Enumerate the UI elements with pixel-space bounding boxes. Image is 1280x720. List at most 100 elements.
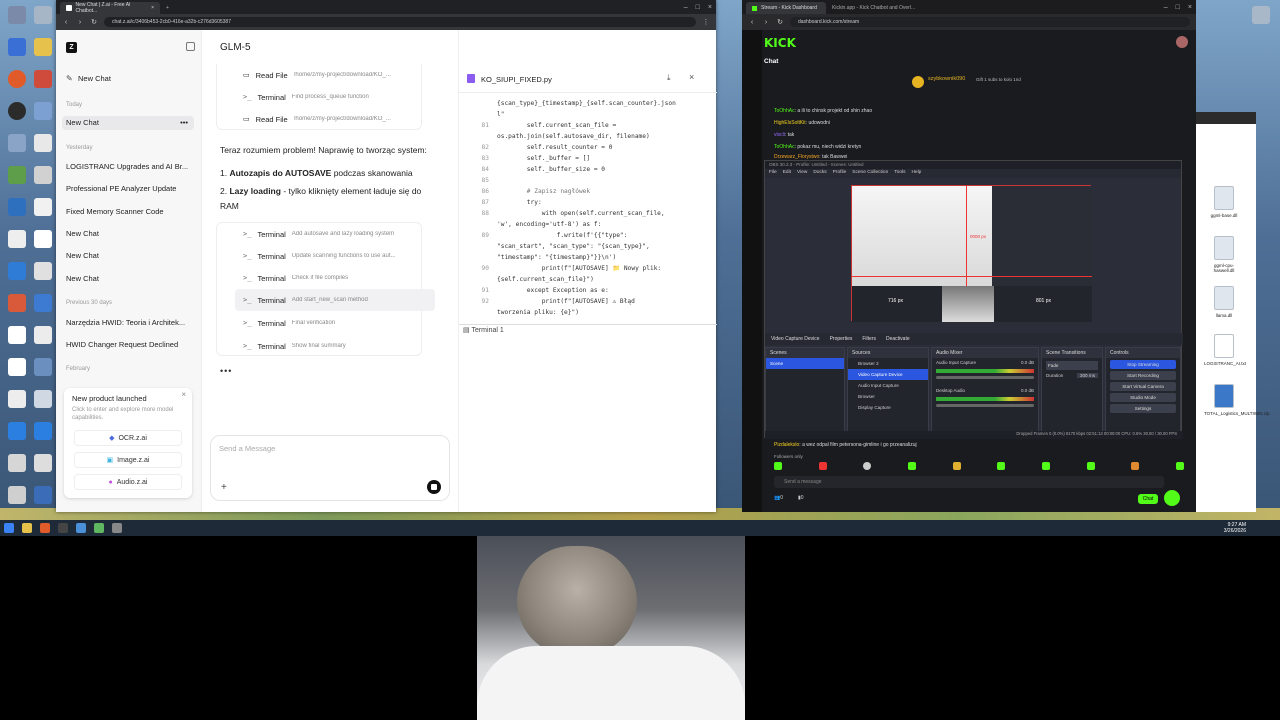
close-icon[interactable]: × — [181, 390, 186, 399]
chat-user[interactable]: HighElsSoltKit — [774, 120, 806, 126]
emote-icon[interactable] — [1086, 462, 1095, 470]
obs-menu-item[interactable]: Scene Collection — [852, 170, 888, 177]
step-item-hover[interactable]: >_ Terminal Add start_new_scan method — [235, 289, 435, 311]
obs-menu-item[interactable]: File — [769, 170, 777, 177]
send-message-input[interactable]: Send a message — [774, 476, 1164, 488]
emote-icon[interactable] — [997, 462, 1006, 470]
forward-icon[interactable]: › — [76, 19, 84, 26]
desktop-icon[interactable] — [8, 358, 26, 376]
chat-item[interactable]: HWID Changer Request Declined — [66, 338, 192, 352]
chat-send-button[interactable]: Chat — [1138, 494, 1158, 504]
desktop-icon[interactable] — [8, 6, 26, 24]
minimize-icon[interactable]: – — [1164, 4, 1168, 11]
emote-icon[interactable] — [774, 462, 782, 470]
source-item[interactable]: Display Capture — [848, 402, 928, 413]
scene-item[interactable]: Scene — [766, 358, 844, 369]
extensions-icon[interactable]: ⋮ — [702, 18, 710, 26]
zai-logo-icon[interactable]: Z — [66, 42, 77, 53]
emote-icon[interactable] — [907, 462, 916, 470]
maximize-icon[interactable]: □ — [1176, 4, 1180, 11]
avatar[interactable] — [1176, 36, 1188, 48]
chat-item-active[interactable]: New Chat ••• — [62, 116, 194, 130]
url-field[interactable]: chat.z.ai/c/3406b453-2cb0-416e-a32b-c276… — [104, 17, 696, 27]
volume-slider[interactable] — [936, 376, 1034, 379]
step-item[interactable]: >_ Terminal Final verification — [235, 312, 435, 334]
deactivate-button[interactable]: Deactivate — [886, 336, 910, 342]
desktop-icon[interactable] — [34, 6, 52, 24]
chat-item[interactable]: New Chat — [66, 272, 192, 286]
start-icon[interactable] — [4, 523, 14, 533]
desktop-icon[interactable] — [8, 198, 26, 216]
brave-icon[interactable] — [40, 523, 50, 533]
pinned-user[interactable]: szybkownik090 — [928, 76, 965, 82]
back-icon[interactable]: ‹ — [62, 19, 70, 26]
start-recording-button[interactable]: Start Recording — [1110, 371, 1176, 380]
duration-input[interactable]: 300 ms — [1076, 373, 1098, 378]
obs-menu-item[interactable]: Docks — [813, 170, 826, 177]
emote-icon[interactable] — [952, 462, 961, 470]
chat-item[interactable]: Narzędzia HWID: Teoria i Architek... — [66, 316, 192, 330]
step-item[interactable]: >_ Terminal Show final summary — [235, 335, 435, 357]
desktop-icon[interactable] — [8, 294, 26, 312]
desktop-icon[interactable] — [8, 454, 26, 472]
desktop-icon[interactable] — [34, 390, 52, 408]
step-item[interactable]: >_ Terminal Find process_queue function — [235, 86, 435, 108]
python-icon[interactable] — [1214, 384, 1234, 408]
dll-file-icon[interactable] — [1214, 236, 1234, 260]
audio-button[interactable]: ● Audio.z.ai — [74, 474, 182, 490]
model-name[interactable]: GLM-5 — [220, 42, 251, 53]
desktop-icon[interactable] — [34, 38, 52, 56]
desktop-icon[interactable] — [34, 486, 52, 504]
attach-plus-icon[interactable]: + — [221, 482, 227, 493]
minimize-icon[interactable]: – — [684, 4, 688, 11]
transition-select[interactable]: Fade — [1046, 361, 1098, 370]
text-file-icon[interactable] — [1214, 334, 1234, 358]
desktop-icon[interactable] — [8, 166, 26, 184]
step-item[interactable]: >_ Terminal Update scanning functions to u… — [235, 245, 435, 267]
stop-button[interactable] — [427, 480, 441, 494]
chat-user[interactable]: vlscli — [774, 132, 785, 138]
obs-icon[interactable] — [8, 102, 26, 120]
tab-kickin[interactable]: Kickin.app - Kick Chatbot and Overl... — [826, 2, 922, 14]
app-icon[interactable] — [94, 523, 104, 533]
desktop-icon[interactable] — [34, 230, 52, 248]
emote-icon[interactable] — [818, 462, 827, 470]
desktop-icon[interactable] — [34, 262, 52, 280]
obs-menu-item[interactable]: Profile — [833, 170, 847, 177]
desktop-icon[interactable] — [8, 422, 26, 440]
chat-item[interactable]: LOGISTRANC Upgrades and AI Br... — [66, 160, 192, 174]
chat-item[interactable]: New Chat — [66, 249, 192, 263]
chat-user[interactable]: ToOhhAc — [774, 108, 795, 114]
terminal-tab[interactable]: ▤ Terminal 1 — [463, 326, 504, 334]
close-icon[interactable]: × — [689, 72, 694, 82]
step-item[interactable]: ▭ Read File/home/z/my-project/download/KO… — [235, 108, 435, 130]
close-window-icon[interactable]: × — [1188, 4, 1192, 11]
chat-assistant-icon[interactable] — [1164, 490, 1180, 506]
step-item[interactable]: ▭ Read File/home/z/my-project/download/KO… — [235, 64, 435, 86]
desktop-icon[interactable] — [34, 70, 52, 88]
desktop-icon[interactable] — [34, 358, 52, 376]
step-item[interactable]: >_ Terminal Check if file compiles — [235, 267, 435, 289]
emote-icon[interactable] — [863, 462, 872, 470]
kick-logo[interactable]: KICK — [764, 36, 796, 50]
emote-icon[interactable] — [1131, 462, 1140, 470]
desktop-icon[interactable] — [34, 422, 52, 440]
settings-button[interactable]: Settings — [1110, 404, 1176, 413]
desktop-icon[interactable] — [8, 134, 26, 152]
filters-button[interactable]: Filters — [862, 336, 876, 342]
dll-file-icon[interactable] — [1214, 286, 1234, 310]
desktop-icon[interactable] — [34, 134, 52, 152]
obs-preview[interactable]: 716 px 801 px 0000 px — [851, 185, 1092, 322]
stop-streaming-button[interactable]: Stop Streaming — [1110, 360, 1176, 369]
emote-icon[interactable] — [1175, 462, 1184, 470]
desktop-icon[interactable] — [34, 102, 52, 120]
desktop-icon[interactable] — [8, 38, 26, 56]
back-icon[interactable]: ‹ — [748, 19, 756, 26]
reload-icon[interactable]: ↻ — [90, 18, 98, 26]
step-item[interactable]: >_ Terminal Add autosave and lazy loading … — [235, 223, 435, 245]
properties-button[interactable]: Properties — [830, 336, 853, 342]
emote-icon[interactable] — [1041, 462, 1050, 470]
more-icon[interactable]: ••• — [180, 116, 188, 130]
app-icon[interactable] — [76, 523, 86, 533]
image-button[interactable]: ▣ Image.z.ai — [74, 452, 182, 468]
